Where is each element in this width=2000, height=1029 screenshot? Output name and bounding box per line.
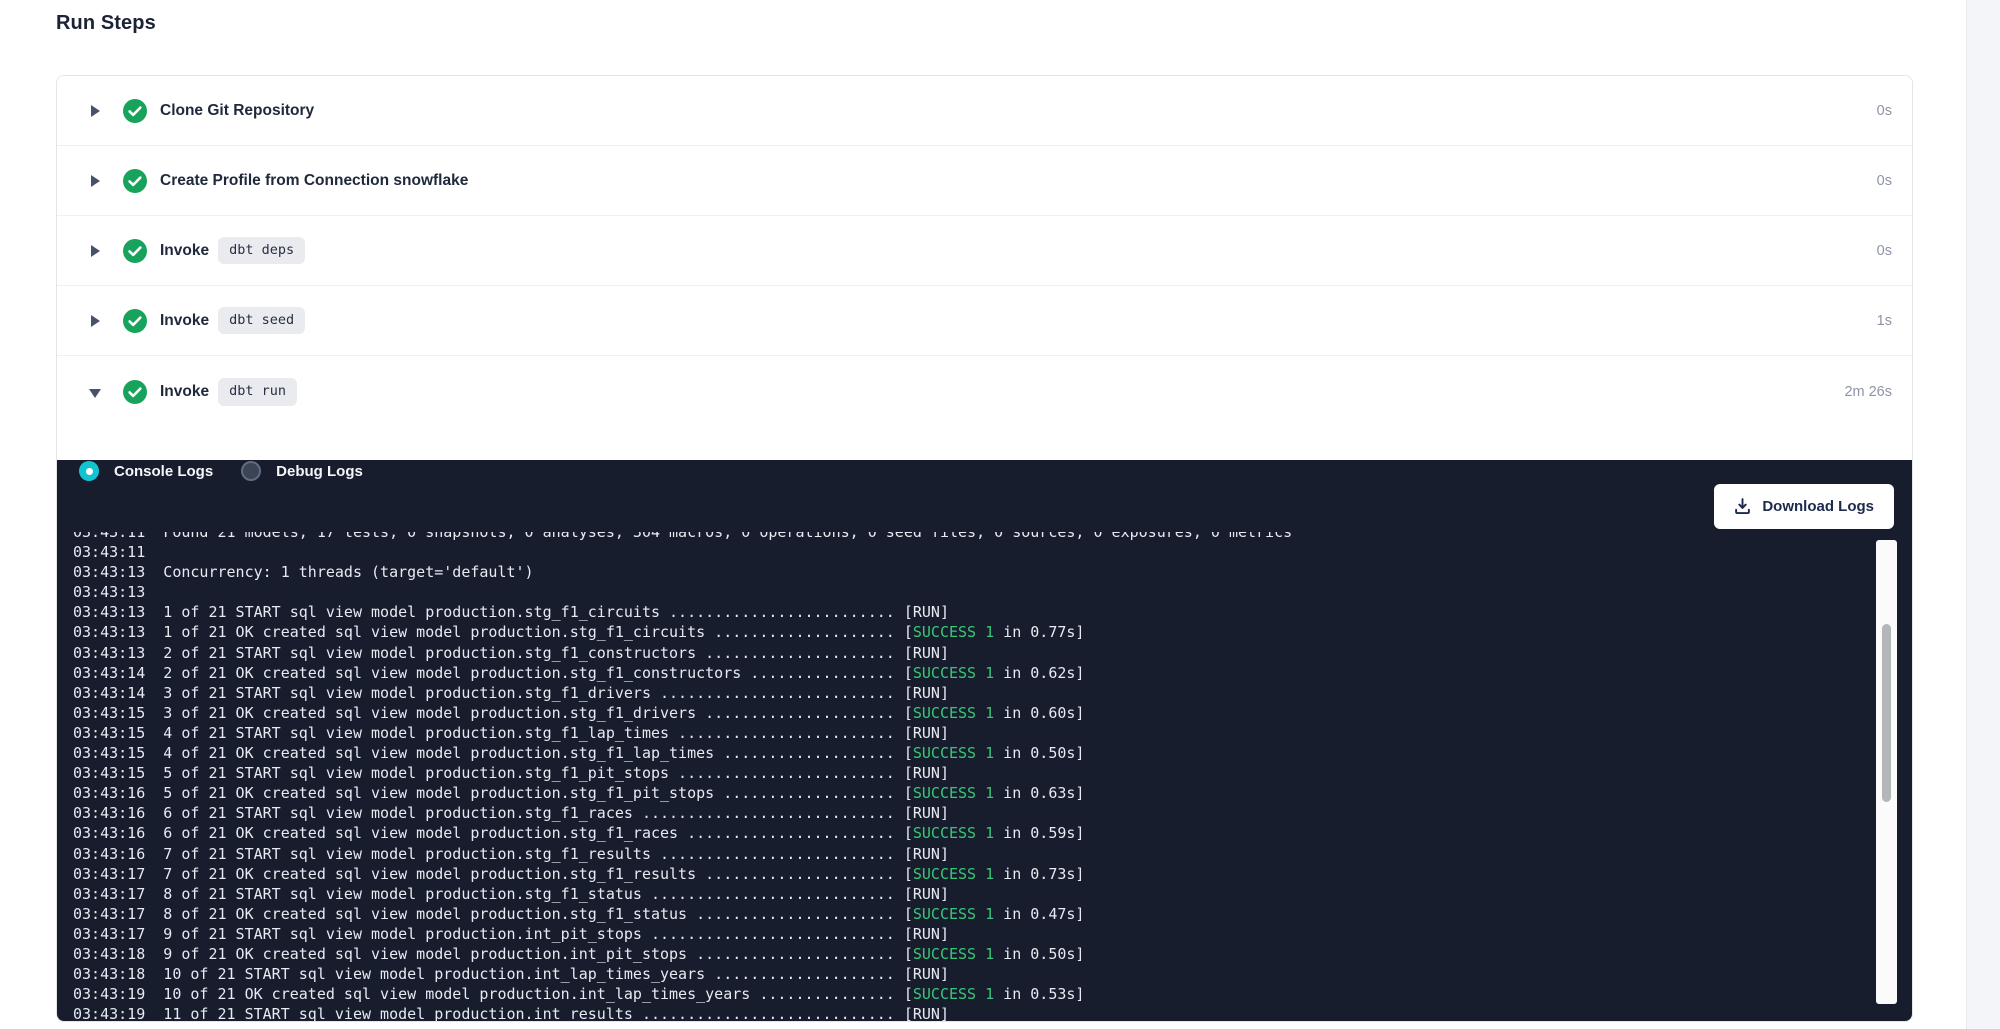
log-success-status: SUCCESS 1 — [913, 824, 994, 842]
expand-caret-icon[interactable] — [89, 105, 101, 117]
run-step-row[interactable]: Create Profile from Connection snowflake… — [57, 146, 1912, 216]
run-step-row[interactable]: Invoke dbt run 2m 26s — [57, 356, 1912, 428]
step-command-chip: dbt run — [218, 378, 297, 406]
log-line: 03:43:16 7 of 21 START sql view model pr… — [73, 844, 1872, 864]
run-step-row[interactable]: Invoke dbt deps 0s — [57, 216, 1912, 286]
run-step-row[interactable]: Clone Git Repository 0s — [57, 76, 1912, 146]
step-command-chip: dbt deps — [218, 237, 305, 265]
step-label: Invoke — [160, 383, 209, 401]
step-label: Create Profile from Connection snowflake — [160, 172, 468, 190]
step-command-chip: dbt seed — [218, 307, 305, 335]
log-line: 03:43:13 1 of 21 OK created sql view mod… — [73, 622, 1872, 642]
log-panel: Console Logs Debug Logs Download Logs 03… — [57, 460, 1912, 1022]
console-logs-radio-icon[interactable] — [79, 461, 99, 481]
log-line: 03:43:16 5 of 21 OK created sql view mod… — [73, 783, 1872, 803]
log-line: 03:43:15 5 of 21 START sql view model pr… — [73, 763, 1872, 783]
steps-list: Clone Git Repository 0s Create Profile f… — [57, 76, 1912, 428]
step-duration: 0s — [1877, 173, 1892, 189]
log-success-status: SUCCESS 1 — [913, 623, 994, 641]
log-line: 03:43:13 — [73, 582, 1872, 602]
log-line: 03:43:18 10 of 21 START sql view model p… — [73, 964, 1872, 984]
log-tabs: Console Logs Debug Logs — [79, 460, 1912, 482]
step-duration: 0s — [1877, 243, 1892, 259]
log-line: 03:43:14 2 of 21 OK created sql view mod… — [73, 663, 1872, 683]
log-line: 03:43:15 3 of 21 OK created sql view mod… — [73, 703, 1872, 723]
expand-caret-icon[interactable] — [89, 245, 101, 257]
console-logs-radio-group[interactable]: Console Logs — [79, 461, 213, 481]
log-line: 03:43:17 9 of 21 START sql view model pr… — [73, 924, 1872, 944]
step-duration: 0s — [1877, 103, 1892, 119]
debug-logs-radio-icon[interactable] — [241, 461, 261, 481]
success-check-icon — [123, 380, 147, 404]
success-check-icon — [123, 99, 147, 123]
log-line: 03:43:17 8 of 21 START sql view model pr… — [73, 884, 1872, 904]
download-logs-label: Download Logs — [1762, 498, 1874, 515]
step-label: Invoke — [160, 242, 209, 260]
log-line: 03:43:16 6 of 21 START sql view model pr… — [73, 803, 1872, 823]
log-line: 03:43:11 — [73, 542, 1872, 562]
log-line: 03:43:16 6 of 21 OK created sql view mod… — [73, 823, 1872, 843]
log-line: 03:43:15 4 of 21 START sql view model pr… — [73, 723, 1872, 743]
log-line: 03:43:13 2 of 21 START sql view model pr… — [73, 643, 1872, 663]
log-scrollbar-thumb[interactable] — [1882, 624, 1891, 802]
run-step-row[interactable]: Invoke dbt seed 1s — [57, 286, 1912, 356]
success-check-icon — [123, 309, 147, 333]
log-lines: 03:43:11 Found 21 models, 17 tests, 0 sn… — [73, 532, 1872, 1022]
console-logs-label[interactable]: Console Logs — [114, 463, 213, 480]
page-title: Run Steps — [56, 12, 156, 35]
log-line: 03:43:19 11 of 21 START sql view model p… — [73, 1004, 1872, 1022]
step-label: Invoke — [160, 312, 209, 330]
log-success-status: SUCCESS 1 — [913, 744, 994, 762]
log-scrollbar-track[interactable] — [1876, 540, 1897, 1004]
log-success-status: SUCCESS 1 — [913, 704, 994, 722]
log-line: 03:43:13 1 of 21 START sql view model pr… — [73, 602, 1872, 622]
expand-caret-icon[interactable] — [89, 175, 101, 187]
console-log-output[interactable]: 03:43:11 Found 21 models, 17 tests, 0 sn… — [73, 532, 1872, 1022]
debug-logs-label[interactable]: Debug Logs — [276, 463, 363, 480]
log-success-status: SUCCESS 1 — [913, 985, 994, 1003]
log-line: 03:43:19 10 of 21 OK created sql view mo… — [73, 984, 1872, 1004]
page-right-gutter — [1966, 0, 2000, 1029]
download-logs-button[interactable]: Download Logs — [1714, 484, 1894, 529]
log-line: 03:43:15 4 of 21 OK created sql view mod… — [73, 743, 1872, 763]
log-line: 03:43:18 9 of 21 OK created sql view mod… — [73, 944, 1872, 964]
log-success-status: SUCCESS 1 — [913, 945, 994, 963]
success-check-icon — [123, 169, 147, 193]
log-line: 03:43:13 Concurrency: 1 threads (target=… — [73, 562, 1872, 582]
success-check-icon — [123, 239, 147, 263]
step-duration: 1s — [1877, 313, 1892, 329]
log-success-status: SUCCESS 1 — [913, 784, 994, 802]
log-success-status: SUCCESS 1 — [913, 664, 994, 682]
log-line: 03:43:17 7 of 21 OK created sql view mod… — [73, 864, 1872, 884]
log-success-status: SUCCESS 1 — [913, 865, 994, 883]
log-line: 03:43:14 3 of 21 START sql view model pr… — [73, 683, 1872, 703]
run-steps-page: Run Steps Clone Git Repository 0s Create… — [0, 0, 2000, 1029]
run-steps-card: Clone Git Repository 0s Create Profile f… — [56, 75, 1913, 1022]
expand-caret-icon[interactable] — [89, 386, 101, 398]
expand-caret-icon[interactable] — [89, 315, 101, 327]
log-line: 03:43:17 8 of 21 OK created sql view mod… — [73, 904, 1872, 924]
debug-logs-radio-group[interactable]: Debug Logs — [241, 461, 363, 481]
download-icon — [1734, 498, 1751, 515]
step-label: Clone Git Repository — [160, 102, 314, 120]
log-line: 03:43:11 Found 21 models, 17 tests, 0 sn… — [73, 532, 1872, 542]
log-success-status: SUCCESS 1 — [913, 905, 994, 923]
step-duration: 2m 26s — [1844, 384, 1892, 400]
